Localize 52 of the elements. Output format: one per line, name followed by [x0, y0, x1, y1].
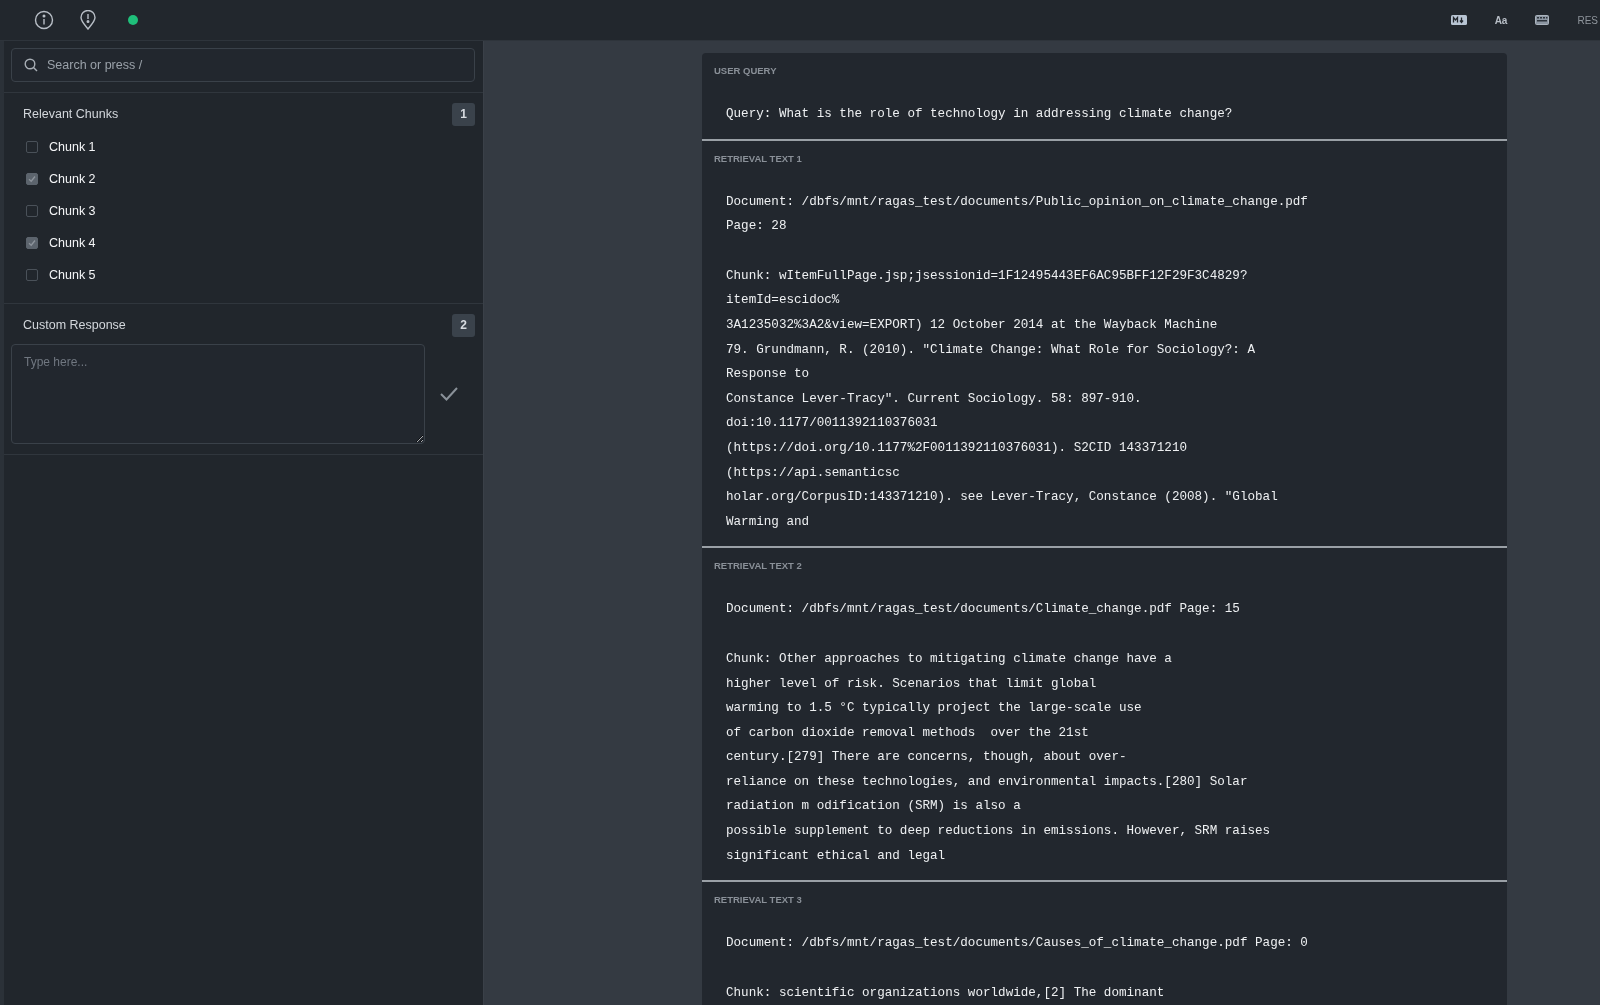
text-line: Chunk: wItemFullPage.jsp;jsessionid=1F12495443EF6AC95BFF12F29F3C4829? [726, 267, 1249, 285]
text-line: Constance Lever-Tracy". Current Sociology. 58: 897-910. [726, 390, 1143, 408]
text-line: possible supplement to deep reductions in emissions. However, SRM raises [726, 823, 1272, 841]
chunk-checkbox[interactable]: Chunk 5 [26, 259, 96, 291]
checkbox[interactable] [26, 269, 38, 281]
text-line: century.[279] There are concerns, though, about over- [726, 749, 1128, 767]
text-line: 3A1235032%3A2&view=EXPORT) 12 October 2014 at the Wayback Machine [726, 316, 1219, 334]
text-line: warming to 1.5 °C typically project the large-scale use [726, 700, 1143, 718]
text-line: reliance on these technologies, and environmental impacts.[280] Solar [726, 773, 1249, 791]
text-line: of carbon dioxide removal methods over the 21st [726, 724, 1090, 742]
response-textarea[interactable]: Type here... [11, 344, 425, 444]
card-label: USER QUERY [714, 65, 778, 76]
markdown-icon[interactable] [1450, 15, 1467, 25]
text-line: holar.org/CorpusID:143371210). see Lever-Tracy, Constance (2008). "Global [726, 489, 1279, 507]
text-line: Document: /dbfs/mnt/ragas_test/documents/Public_opinion_on_climate_change.pdf [726, 193, 1309, 211]
text-line: 79. Grundmann, R. (2010). "Climate Change: What Role for Sociology?: A [726, 341, 1257, 359]
text-line: itemId=escidoc% [726, 292, 841, 310]
text-line: radiation m odification (SRM) is also a [726, 798, 1022, 816]
reset-link[interactable]: RES [1577, 14, 1598, 26]
text-line: doi:10.1177/0011392110376031 [726, 415, 939, 433]
info-icon[interactable] [34, 10, 54, 30]
count-badge: 1 [452, 102, 475, 126]
text-line: Document: /dbfs/mnt/ragas_test/documents/Causes_of_climate_change.pdf Page: 0 [726, 935, 1309, 953]
text-line: Chunk: Other approaches to mitigating climate change have a [726, 650, 1173, 668]
font-toggle[interactable]: Aa [1494, 14, 1508, 26]
chunk-checkbox[interactable]: Chunk 2 [26, 163, 96, 195]
text-line: Document: /dbfs/mnt/ragas_test/documents/Climate_change.pdf Page: 15 [726, 601, 1241, 619]
text-line: (https://doi.org/10.1177%2F0011392110376031). S2CID 143371210 [726, 439, 1188, 457]
checkbox[interactable] [26, 141, 38, 153]
text-line: higher level of risk. Scenarios that limit global [726, 675, 1098, 693]
alert-pin-icon[interactable] [79, 10, 97, 30]
checkbox[interactable] [26, 205, 38, 217]
count-badge: 2 [452, 313, 475, 337]
text-line: Chunk: scientific organizations worldwide,[2] The dominant [726, 984, 1166, 1002]
chunk-checkbox[interactable]: Chunk 1 [26, 131, 96, 163]
text-line: Query: What is the role of technology in addressing climate change? [726, 106, 1234, 123]
card-label: RETRIEVAL TEXT 2 [714, 560, 803, 572]
card-label: RETRIEVAL TEXT 1 [714, 152, 803, 164]
text-line: (https://api.semanticsc [726, 464, 901, 482]
text-line: Page: 28 [726, 218, 788, 236]
section-title: Custom Response [23, 318, 126, 332]
chunk-checkbox[interactable]: Chunk 4 [26, 227, 96, 259]
keyboard-icon[interactable] [1535, 15, 1550, 25]
checkbox[interactable] [26, 237, 38, 249]
card-label: RETRIEVAL TEXT 3 [714, 894, 803, 906]
checkbox[interactable] [26, 173, 38, 185]
text-line: Warming and [726, 513, 811, 531]
text-line: significant ethical and legal [726, 847, 947, 865]
search-field[interactable]: Search or press / [11, 48, 475, 82]
chunk-checkbox[interactable]: Chunk 3 [26, 195, 96, 227]
section-title: Relevant Chunks [23, 107, 119, 121]
text-line: Response to [726, 366, 811, 384]
